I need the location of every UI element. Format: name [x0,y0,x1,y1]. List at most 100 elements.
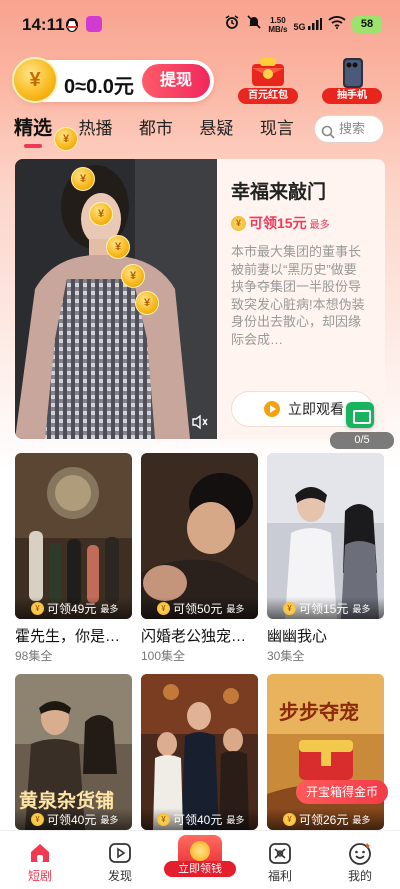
withdraw-button[interactable]: 提现 [142,64,210,98]
card-reward-text: 可领15元 [299,601,349,616]
drama-poster[interactable]: 步步夺宠 ¥ 可领26元 最多 [267,674,384,830]
featured-poster[interactable] [15,159,217,439]
phone-lottery-promo[interactable]: 抽手机 [322,58,382,104]
card-reward-text: 可领40元 [47,812,97,827]
coin-icon: ¥ [283,812,296,826]
card-reward: ¥ 可领26元 最多 [267,808,384,830]
profile-icon [348,841,372,865]
drama-poster[interactable]: ¥ 可领49元 最多 [15,453,132,619]
drama-poster[interactable]: ¥ 可领50元 最多 [141,453,258,619]
carousel-page-indicator: 0/5 [330,432,394,449]
drama-episodes: 100集全 [141,649,186,663]
search-input[interactable]: 搜索 [314,115,384,143]
card-reward-suffix: 最多 [352,603,371,614]
drama-title: 霍先生，你是… [15,628,121,645]
coin-icon: ¥ [283,601,296,615]
featured-description: 本市最大集团的董事长被前妻以“黑历史”做要挟争夺集团一半股份导致突发心脏病!本想… [231,244,365,347]
signal-bars-icon [308,17,322,30]
coin-icon: ¥ [157,812,170,826]
drama-poster[interactable]: ¥ 可领40元 最多 [141,674,258,830]
nav-label: 福利 [267,869,292,883]
floating-coin-icon: ¥ [106,235,130,259]
featured-reward-text: 可领15元 [249,215,307,231]
card-reward: ¥ 可领49元 最多 [15,597,132,619]
coin-icon: ¥ [157,601,170,615]
net-speed: 1.50 MB/s [268,16,287,34]
phone-icon [334,58,370,88]
tab-romance[interactable]: 现言 [260,116,294,142]
tab-featured[interactable]: 精选 [14,116,52,148]
floating-coin-icon: ¥ [135,291,159,315]
search-icon [321,122,335,148]
floating-coin-icon: ¥ [54,127,78,151]
wallet-balance[interactable]: ¥ 0≈0.0元 提现 [12,57,214,103]
net-speed-value: 1.50 [270,15,286,25]
card-reward-suffix: 最多 [352,814,371,825]
search-placeholder: 搜索 [339,121,366,136]
red-packet-label: 百元红包 [238,88,298,104]
poster-title-text: 步步夺宠 [279,700,359,724]
mute-bell-icon [246,14,262,35]
card-reward-text: 可领50元 [173,601,223,616]
watch-now-label: 立即观看 [288,401,344,417]
nav-shorts[interactable]: 短剧 [0,831,80,889]
wallet-badge-icon[interactable] [346,402,374,428]
drama-episodes: 98集全 [15,649,53,663]
nav-label: 发现 [107,869,132,883]
featured-title: 幸福来敲门 [231,182,327,203]
card-reward-suffix: 最多 [226,603,245,614]
signal-label: 5G [293,21,306,32]
nav-label: 立即领钱 [164,861,236,877]
red-packet-promo[interactable]: 百元红包 [238,58,298,104]
card-reward-text: 可领49元 [47,601,97,616]
status-bar: 14:11 1.50 MB/s 5G 58 [0,0,400,48]
drama-poster[interactable]: ¥ 可领15元 最多 [267,453,384,619]
status-time: 14:11 [22,15,65,34]
card-reward-suffix: 最多 [100,814,119,825]
open-treasure-button[interactable]: 开宝箱得金币 [296,780,388,804]
nav-discover[interactable]: 发现 [80,831,160,889]
card-reward: ¥ 可领15元 最多 [267,597,384,619]
featured-reward: ¥ 可领15元 最多 [231,213,330,233]
nav-welfare[interactable]: 福利 [240,831,320,889]
coin-icon: ¥ [231,215,246,231]
coin-icon: ¥ [12,57,58,103]
alarm-icon [224,14,240,35]
nav-profile[interactable]: 我的 [320,831,400,889]
featured-reward-suffix: 最多 [309,219,330,231]
nav-label: 短剧 [27,869,52,883]
tab-hot[interactable]: 热播 [78,116,112,142]
tab-urban[interactable]: 都市 [139,116,173,142]
wifi-icon [328,15,346,34]
floating-coin-icon: ¥ [71,167,95,191]
gift-icon [268,841,292,865]
card-reward-suffix: 最多 [226,814,245,825]
tab-suspense[interactable]: 悬疑 [199,116,233,142]
home-icon [28,841,52,865]
floating-coin-icon: ¥ [121,264,145,288]
wallet-amount: 0≈0.0元 [64,76,134,98]
signal-indicator: 5G [293,17,322,32]
nav-claim-cash[interactable]: 立即领钱 [160,831,240,889]
nav-label: 我的 [347,869,372,883]
red-packet-icon [250,58,286,88]
play-icon [264,401,280,417]
floating-coin-icon: ¥ [89,202,113,226]
card-reward-text: 可领40元 [173,812,223,827]
bottom-nav: 短剧 发现 立即领钱 福利 我的 [0,830,400,889]
play-icon [108,841,132,865]
card-reward: ¥ 可领40元 最多 [141,808,258,830]
featured-drama[interactable]: 幸福来敲门 ¥ 可领15元 最多 本市最大集团的董事长被前妻以“黑历史”做要挟争… [15,159,385,439]
drama-title: 闪婚老公独宠… [141,628,247,645]
card-reward: ¥ 可领40元 最多 [15,808,132,830]
coin-icon: ¥ [31,812,44,826]
coin-icon: ¥ [31,601,44,615]
net-speed-unit: MB/s [268,24,288,34]
drama-poster[interactable]: 黄泉杂货铺 ¥ 可领40元 最多 [15,674,132,830]
penguin-app-icon [64,16,80,32]
card-reward-text: 可领26元 [299,812,349,827]
drama-episodes: 30集全 [267,649,305,663]
status-indicators: 1.50 MB/s 5G 58 [224,14,382,35]
mute-icon[interactable] [191,414,209,435]
card-reward-suffix: 最多 [100,603,119,614]
